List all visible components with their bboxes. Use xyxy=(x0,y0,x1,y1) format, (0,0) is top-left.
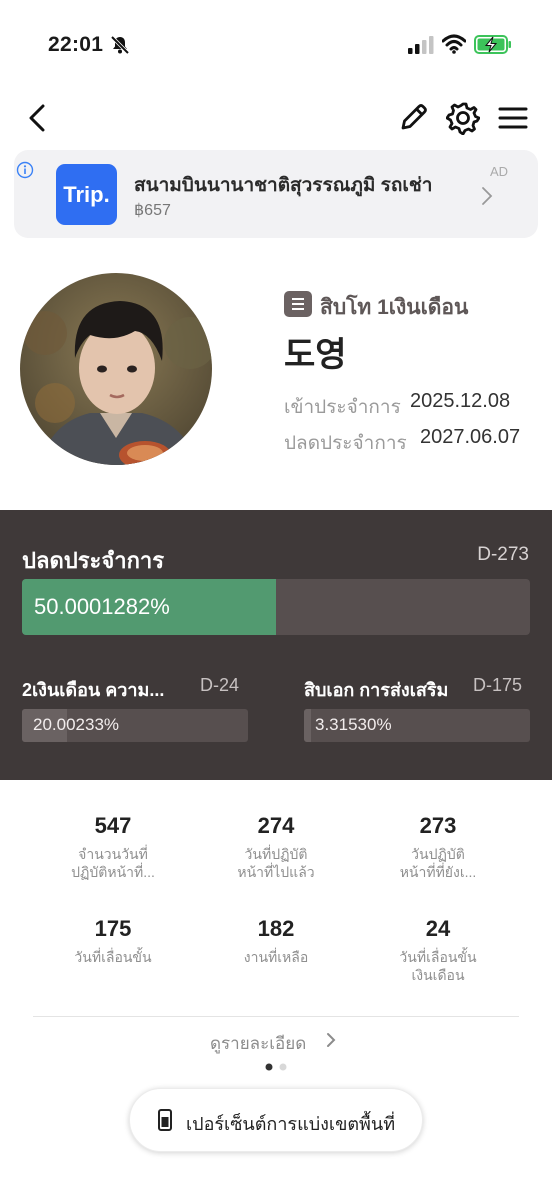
stat-label: จำนวนวันที่ ปฏิบัติหน้าที่... xyxy=(71,846,155,880)
rank-badge-icon xyxy=(284,291,312,317)
status-time: 22:01 xyxy=(48,33,104,56)
discharge-progress-bar: 50.0001282% xyxy=(22,579,530,635)
enlist-date: 2025.12.08 xyxy=(410,390,511,412)
stat-value: 547 xyxy=(94,813,132,838)
ad-title: สนามบินนานาชาติสุวรรณภูมิ รถเช่า xyxy=(134,175,433,196)
progress-panel[interactable]: ปลดประจำการ D-273 50.0001282% 2เงินเดือน… xyxy=(0,510,552,780)
stat-remaining-tasks: 182 งานที่เหลือ xyxy=(196,916,356,966)
stat-value: 24 xyxy=(425,916,451,941)
salary-progress-label: 2เงินเดือน ความ... xyxy=(22,680,165,700)
stat-value: 274 xyxy=(257,813,295,838)
enlist-label: เข้าประจำการ xyxy=(284,397,401,418)
stat-days-remaining: 273 วันปฏิบัติ หน้าที่ที่ยังเ... xyxy=(358,813,518,881)
promotion-progress-fill xyxy=(304,709,312,742)
discharge-label: ปลดประจำการ xyxy=(284,433,407,454)
divider xyxy=(33,1016,519,1017)
wifi-icon xyxy=(442,34,466,54)
back-icon[interactable] xyxy=(22,100,56,136)
phone-icon xyxy=(158,1109,172,1131)
page-indicator xyxy=(265,1063,287,1071)
stat-promotion-days: 175 วันที่เลื่อนขั้น xyxy=(33,916,193,966)
cellular-signal-icon xyxy=(408,36,434,54)
stat-label: วันปฏิบัติ หน้าที่ที่ยังเ... xyxy=(399,846,477,880)
ad-logo: Trip. xyxy=(56,164,117,225)
salary-percent: 20.00233% xyxy=(33,715,120,734)
stat-value: 175 xyxy=(94,916,132,941)
promotion-dday: D-175 xyxy=(473,675,523,695)
avatar-photo xyxy=(20,273,212,465)
stat-days-served: 274 วันที่ปฏิบัติ หน้าที่ไปแล้ว xyxy=(196,813,356,881)
discharge-date: 2027.06.07 xyxy=(420,426,521,448)
promotion-percent: 3.31530% xyxy=(315,715,392,734)
stat-label: งานที่เหลือ xyxy=(243,949,309,965)
stat-salary-promotion-days: 24 วันที่เลื่อนขั้น เงินเดือน xyxy=(358,916,518,984)
area-percentage-label: เปอร์เซ็นต์การแบ่งเขตพื้นที่ xyxy=(186,1114,396,1134)
chevron-right-icon xyxy=(482,187,493,205)
stat-label: วันที่ปฏิบัติ หน้าที่ไปแล้ว xyxy=(237,846,315,880)
discharge-progress-label: ปลดประจำการ xyxy=(22,548,165,573)
bell-off-icon xyxy=(110,35,130,55)
battery-charging-icon xyxy=(474,35,511,54)
edit-pencil-icon[interactable] xyxy=(398,101,430,133)
status-bar: 22:01 xyxy=(0,0,552,90)
area-percentage-button[interactable]: เปอร์เซ็นต์การแบ่งเขตพื้นที่ xyxy=(129,1088,423,1152)
view-details-link[interactable]: ดูรายละเอียด xyxy=(210,1030,306,1057)
chevron-right-icon[interactable] xyxy=(325,1031,337,1049)
stat-total-days: 547 จำนวนวันที่ ปฏิบัติหน้าที่... xyxy=(33,813,193,881)
rank-text: สิบโท 1เงินเดือน xyxy=(320,296,469,319)
salary-progress-bar: 20.00233% xyxy=(22,709,248,742)
ad-tag: AD xyxy=(489,164,508,179)
stat-value: 182 xyxy=(257,916,295,941)
stat-label: วันที่เลื่อนขั้น เงินเดือน xyxy=(399,949,477,983)
ad-price: ฿657 xyxy=(134,202,171,219)
salary-dday: D-24 xyxy=(200,675,240,695)
stat-label: วันที่เลื่อนขั้น xyxy=(74,949,152,965)
promotion-progress-label: สิบเอก การส่งเสริม xyxy=(304,680,449,700)
discharge-percent: 50.0001282% xyxy=(34,594,170,619)
hamburger-menu-icon[interactable] xyxy=(497,103,529,133)
promotion-progress-bar: 3.31530% xyxy=(304,709,530,742)
settings-gear-icon[interactable] xyxy=(446,101,480,135)
ad-banner[interactable]: Trip. สนามบินนานาชาติสุวรรณภูมิ รถเช่า ฿… xyxy=(14,150,538,238)
stat-value: 273 xyxy=(419,813,457,838)
discharge-dday: D-273 xyxy=(477,544,529,565)
profile-name: 도영 xyxy=(284,336,347,374)
avatar[interactable] xyxy=(20,273,212,465)
info-icon[interactable] xyxy=(16,161,34,179)
